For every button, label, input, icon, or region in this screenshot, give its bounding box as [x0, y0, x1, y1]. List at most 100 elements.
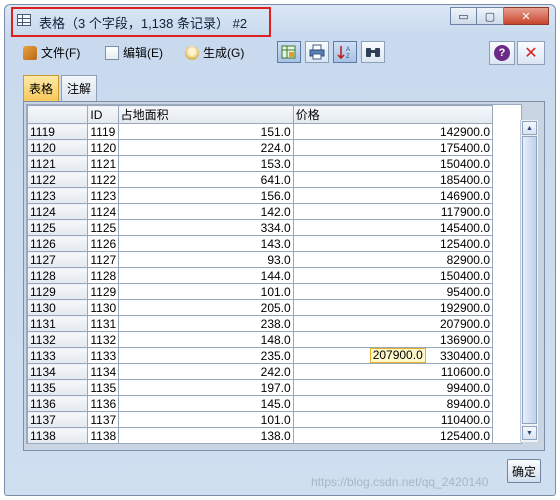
price-cell[interactable]: 99400.0 — [292, 379, 494, 396]
table-row[interactable]: 1138 1138 138.0 125400.0 — [27, 427, 494, 443]
price-cell[interactable]: 175400.0 — [292, 139, 494, 156]
price-cell[interactable]: 207900.0 — [292, 315, 494, 332]
id-cell[interactable]: 1132 — [87, 331, 119, 348]
area-cell[interactable]: 101.0 — [117, 411, 294, 428]
area-cell[interactable]: 197.0 — [117, 379, 294, 396]
table-row[interactable]: 1119 1119 151.0 142900.0 — [27, 123, 494, 140]
area-cell[interactable]: 238.0 — [117, 315, 294, 332]
row-number-cell[interactable]: 1129 — [27, 283, 89, 300]
price-cell[interactable]: 110600.0 — [292, 363, 494, 380]
id-cell[interactable]: 1131 — [87, 315, 119, 332]
column-header-row-number[interactable] — [27, 105, 89, 124]
id-cell[interactable]: 1134 — [87, 363, 119, 380]
price-cell[interactable]: 145400.0 — [292, 219, 494, 236]
price-cell[interactable]: 95400.0 — [292, 283, 494, 300]
table-row[interactable]: 1124 1124 142.0 117900.0 — [27, 203, 494, 220]
id-cell[interactable]: 1120 — [87, 139, 119, 156]
column-header-id[interactable]: ID — [87, 105, 119, 124]
price-cell[interactable]: 192900.0 — [292, 299, 494, 316]
table-row[interactable]: 1129 1129 101.0 95400.0 — [27, 283, 494, 300]
row-number-cell[interactable]: 1121 — [27, 155, 89, 172]
help-button[interactable]: ? — [489, 41, 515, 65]
id-cell[interactable]: 1125 — [87, 219, 119, 236]
area-cell[interactable]: 143.0 — [117, 235, 294, 252]
id-cell[interactable]: 1128 — [87, 267, 119, 284]
row-number-cell[interactable]: 1120 — [27, 139, 89, 156]
row-number-cell[interactable]: 1130 — [27, 299, 89, 316]
table-row[interactable]: 1127 1127 93.0 82900.0 — [27, 251, 494, 268]
table-row[interactable]: 1136 1136 145.0 89400.0 — [27, 395, 494, 412]
row-number-cell[interactable]: 1136 — [27, 395, 89, 412]
id-cell[interactable]: 1126 — [87, 235, 119, 252]
area-cell[interactable]: 151.0 — [117, 123, 294, 140]
find-button[interactable] — [361, 41, 385, 63]
price-cell[interactable]: 89400.0 — [292, 395, 494, 412]
scroll-up-icon[interactable]: ▲ — [522, 121, 537, 135]
price-cell[interactable]: 125400.0 — [292, 427, 494, 443]
table-row[interactable]: 1126 1126 143.0 125400.0 — [27, 235, 494, 252]
area-cell[interactable]: 153.0 — [117, 155, 294, 172]
row-number-cell[interactable]: 1122 — [27, 171, 89, 188]
column-header-price[interactable]: 价格 — [292, 105, 494, 124]
scroll-thumb[interactable] — [522, 136, 537, 424]
table-row[interactable]: 1125 1125 334.0 145400.0 — [27, 219, 494, 236]
table-row[interactable]: 1133 1133 235.0 207900.0 330400.0 — [27, 347, 494, 364]
price-cell[interactable]: 150400.0 — [292, 155, 494, 172]
area-cell[interactable]: 148.0 — [117, 331, 294, 348]
scroll-down-icon[interactable]: ▼ — [522, 426, 537, 440]
table-row[interactable]: 1135 1135 197.0 99400.0 — [27, 379, 494, 396]
id-cell[interactable]: 1133 — [87, 347, 119, 364]
id-cell[interactable]: 1119 — [87, 123, 119, 140]
price-cell[interactable]: 136900.0 — [292, 331, 494, 348]
grid-export-button[interactable] — [277, 41, 301, 63]
sort-button[interactable]: A Z — [333, 41, 357, 63]
price-cell[interactable]: 117900.0 — [292, 203, 494, 220]
minimize-button[interactable]: ▭ — [450, 7, 477, 25]
id-cell[interactable]: 1137 — [87, 411, 119, 428]
area-cell[interactable]: 138.0 — [117, 427, 294, 443]
print-button[interactable] — [305, 41, 329, 63]
id-cell[interactable]: 1138 — [87, 427, 119, 443]
vertical-scrollbar[interactable]: ▲ ▼ — [520, 120, 538, 442]
area-cell[interactable]: 101.0 — [117, 283, 294, 300]
window-close-button[interactable]: ✕ — [504, 7, 549, 25]
price-cell[interactable]: 146900.0 — [292, 187, 494, 204]
column-header-area[interactable]: 占地面积 — [117, 105, 294, 124]
area-cell[interactable]: 205.0 — [117, 299, 294, 316]
id-cell[interactable]: 1136 — [87, 395, 119, 412]
title-bar[interactable]: 表格（3 个字段，1,138 条记录） #2 ▭ ▢ ✕ — [5, 5, 555, 37]
row-number-cell[interactable]: 1133 — [27, 347, 89, 364]
close-button[interactable]: ✕ — [517, 41, 545, 65]
tab-table[interactable]: 表格 — [23, 75, 60, 101]
data-grid[interactable]: ID 占地面积 价格 1119 1119 151.0 142900.0 1120 1120… — [26, 104, 522, 444]
price-cell[interactable]: 150400.0 — [292, 267, 494, 284]
table-row[interactable]: 1132 1132 148.0 136900.0 — [27, 331, 494, 348]
table-row[interactable]: 1121 1121 153.0 150400.0 — [27, 155, 494, 172]
table-row[interactable]: 1130 1130 205.0 192900.0 — [27, 299, 494, 316]
id-cell[interactable]: 1122 — [87, 171, 119, 188]
row-number-cell[interactable]: 1125 — [27, 219, 89, 236]
menu-generate[interactable]: 生成(G) — [185, 44, 244, 61]
area-cell[interactable]: 224.0 — [117, 139, 294, 156]
id-cell[interactable]: 1123 — [87, 187, 119, 204]
area-cell[interactable]: 142.0 — [117, 203, 294, 220]
table-row[interactable]: 1134 1134 242.0 110600.0 — [27, 363, 494, 380]
row-number-cell[interactable]: 1138 — [27, 427, 89, 443]
area-cell[interactable]: 235.0 — [117, 347, 294, 364]
price-cell[interactable]: 142900.0 — [292, 123, 494, 140]
table-row[interactable]: 1120 1120 224.0 175400.0 — [27, 139, 494, 156]
price-cell[interactable]: 207900.0 330400.0 — [292, 347, 494, 364]
area-cell[interactable]: 242.0 — [117, 363, 294, 380]
price-cell[interactable]: 110400.0 — [292, 411, 494, 428]
row-number-cell[interactable]: 1131 — [27, 315, 89, 332]
id-cell[interactable]: 1124 — [87, 203, 119, 220]
area-cell[interactable]: 145.0 — [117, 395, 294, 412]
id-cell[interactable]: 1129 — [87, 283, 119, 300]
table-row[interactable]: 1123 1123 156.0 146900.0 — [27, 187, 494, 204]
tab-annotation[interactable]: 注解 — [61, 75, 98, 101]
row-number-cell[interactable]: 1137 — [27, 411, 89, 428]
price-cell[interactable]: 125400.0 — [292, 235, 494, 252]
area-cell[interactable]: 641.0 — [117, 171, 294, 188]
row-number-cell[interactable]: 1127 — [27, 251, 89, 268]
area-cell[interactable]: 156.0 — [117, 187, 294, 204]
